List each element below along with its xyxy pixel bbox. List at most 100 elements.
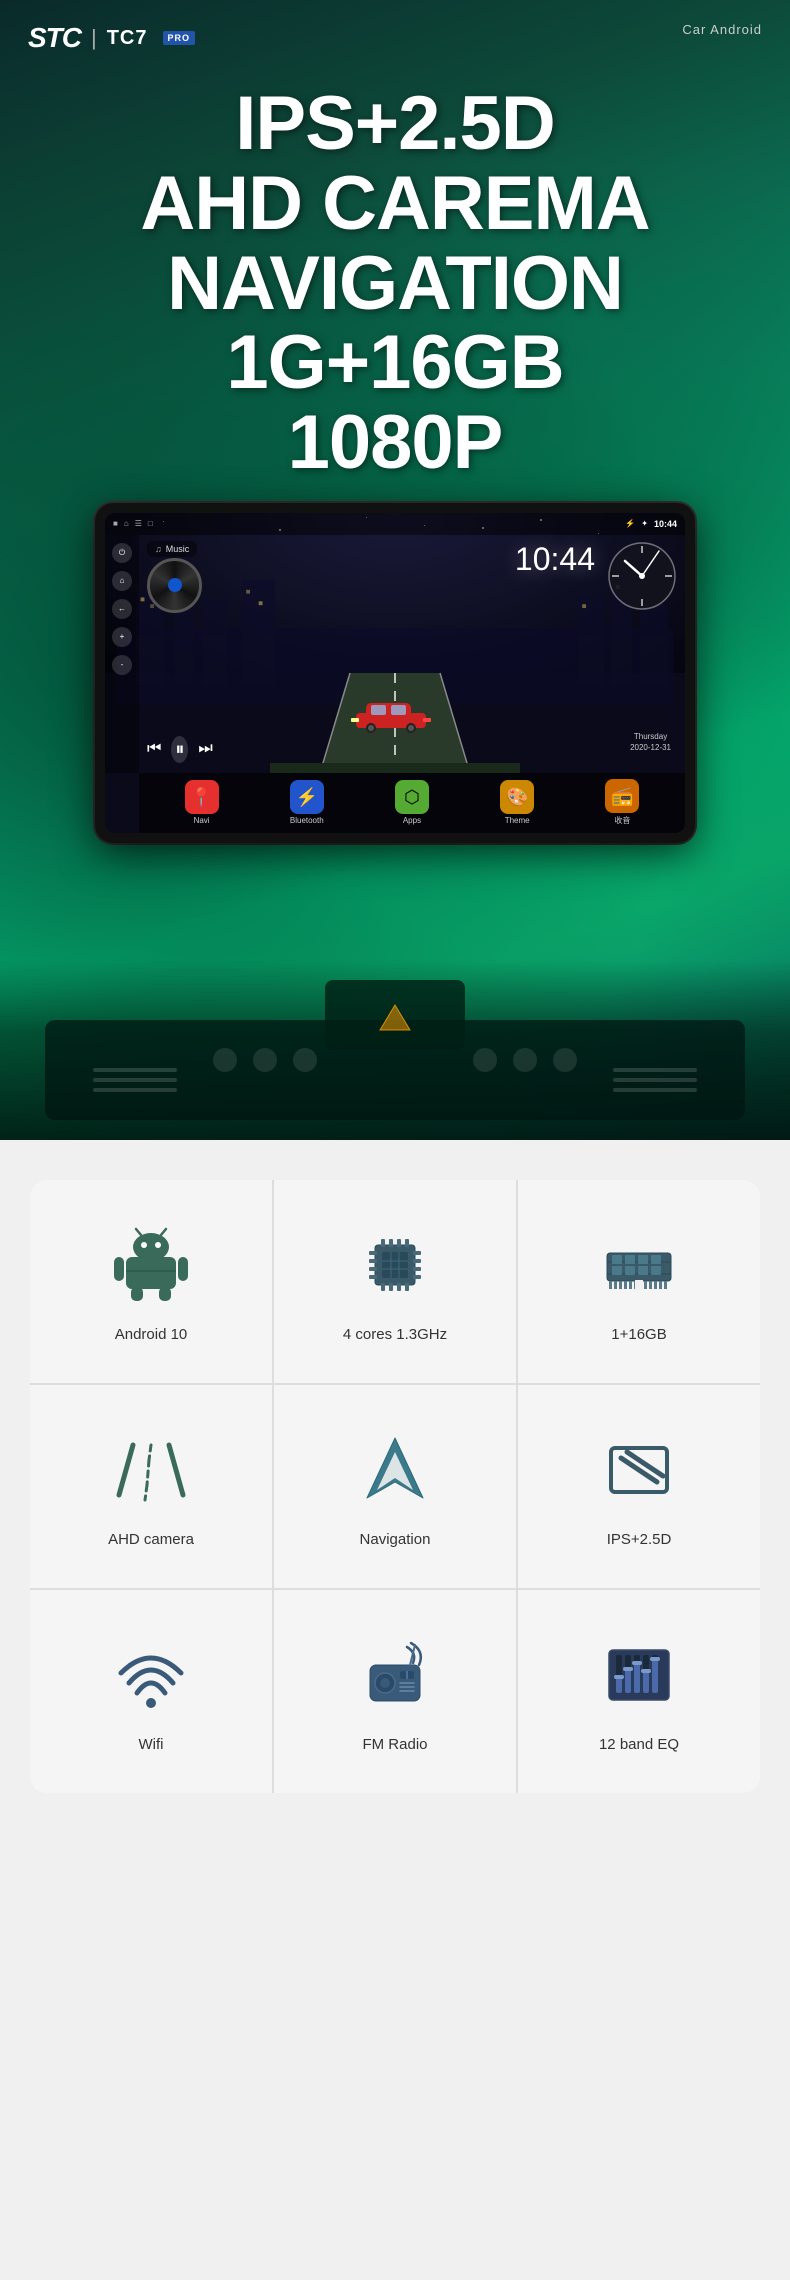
date-display: Thursday 2020-12-31: [630, 731, 671, 753]
header: STC | TC7 PRO Car Android: [0, 0, 790, 54]
big-clock-display: 10:44: [515, 541, 595, 578]
feature-fm: FM Radio: [274, 1590, 516, 1793]
feature-cpu: 4 cores 1.3GHz: [274, 1180, 516, 1383]
home-icon: ⌂: [124, 519, 129, 528]
fm-icon-wrap: [350, 1630, 440, 1720]
fm-label: FM Radio: [362, 1736, 427, 1753]
android-label: Android 10: [115, 1326, 188, 1343]
wifi-label: Wifi: [139, 1736, 164, 1753]
ahd-icon-wrap: [106, 1425, 196, 1515]
dashboard-svg: [45, 980, 745, 1120]
wifi-status-icon: ⚡: [625, 519, 635, 528]
features-grid: Android 10: [30, 1180, 760, 1793]
android-icon-wrap: [106, 1220, 196, 1310]
vol-up-btn[interactable]: +: [112, 627, 132, 647]
wifi-icon-wrap: [106, 1630, 196, 1720]
vol-down-btn[interactable]: -: [112, 655, 132, 675]
logo-area: STC | TC7 PRO: [28, 22, 195, 54]
power-btn[interactable]: ⏻: [112, 543, 132, 563]
eq-icon: [599, 1635, 679, 1715]
vinyl-record: [147, 558, 202, 613]
hero-line2: AHD CAREMA: [140, 161, 649, 246]
eq-label: 12 band EQ: [599, 1736, 679, 1753]
apps-icon: ⬡: [395, 780, 429, 814]
home-btn[interactable]: ⌂: [112, 571, 132, 591]
nav-icon-wrap: [350, 1425, 440, 1515]
car-android-label: Car Android: [682, 22, 762, 37]
back-btn[interactable]: ←: [112, 599, 132, 619]
pro-badge: PRO: [163, 31, 196, 45]
eq-icon-wrap: [594, 1630, 684, 1720]
hero-line5: 1080P: [288, 400, 503, 485]
dock-radio[interactable]: 📻 收音: [605, 779, 639, 826]
radio-icon: 📻: [605, 779, 639, 813]
feature-ram: 1+16GB: [518, 1180, 760, 1383]
brand-logo: STC: [28, 22, 81, 54]
music-widget: ♫ Music: [147, 541, 197, 557]
screen-left-icons: ■ ⌂ ☰ □: [113, 519, 153, 528]
next-btn[interactable]: ⏭: [198, 740, 212, 758]
model-name: TC7: [107, 27, 148, 50]
feature-eq: 12 band EQ: [518, 1590, 760, 1793]
dock-theme[interactable]: 🎨 Theme: [500, 780, 534, 825]
screen-sidebar: ⏻ ⌂ ← + -: [105, 535, 139, 773]
prev-btn[interactable]: ⏮: [147, 740, 161, 758]
cpu-icon: [355, 1225, 435, 1305]
feature-ahd: AHD camera: [30, 1385, 272, 1588]
cpu-label: 4 cores 1.3GHz: [343, 1326, 447, 1343]
ips-icon: [599, 1430, 679, 1510]
apps-label: Apps: [403, 816, 421, 825]
settings-icon: ☰: [135, 519, 142, 528]
cpu-icon-wrap: [350, 1220, 440, 1310]
navi-label: Navi: [194, 816, 210, 825]
screen-time-display: 10:44: [654, 519, 677, 529]
nav-label: Navigation: [360, 1531, 431, 1548]
feature-navigation: Navigation: [274, 1385, 516, 1588]
ahd-icon: [111, 1430, 191, 1510]
vinyl-label: [168, 578, 182, 592]
radio-label: 收音: [614, 815, 630, 826]
navigation-icon: [355, 1430, 435, 1510]
dock-navi[interactable]: 📍 Navi: [185, 780, 219, 825]
hero-line4: 1G+16GB: [226, 320, 563, 405]
device-frame: ■ ⌂ ☰ □ ⚡ ✦ 10:44 ⏻ ⌂ ← +: [95, 503, 695, 843]
hero-text: IPS+2.5D AHD CAREMA NAVIGATION 1G+16GB 1…: [0, 84, 790, 483]
theme-icon: 🎨: [500, 780, 534, 814]
navi-icon: 📍: [185, 780, 219, 814]
dock-apps[interactable]: ⬡ Apps: [395, 780, 429, 825]
feature-android: Android 10: [30, 1180, 272, 1383]
features-section: Android 10: [0, 1140, 790, 2280]
device-screen: ■ ⌂ ☰ □ ⚡ ✦ 10:44 ⏻ ⌂ ← +: [105, 513, 685, 833]
car-dashboard-area: [0, 960, 790, 1140]
bluetooth-label: Bluetooth: [290, 816, 324, 825]
ips-icon-wrap: [594, 1425, 684, 1515]
hero-section: STC | TC7 PRO Car Android IPS+2.5D AHD C…: [0, 0, 790, 1140]
screen-dock: 📍 Navi ⚡ Bluetooth ⬡ Apps 🎨: [139, 773, 685, 833]
bluetooth-status-icon: ✦: [641, 519, 648, 528]
android-icon: [111, 1225, 191, 1305]
fm-icon: [355, 1635, 435, 1715]
wifi-icon: [111, 1635, 191, 1715]
ram-icon-wrap: [594, 1220, 684, 1310]
feature-wifi: Wifi: [30, 1590, 272, 1793]
media-controls: ⏮ ⏸ ⏭: [147, 736, 213, 763]
signal-icon: ■: [113, 519, 118, 528]
hero-line3: NAVIGATION: [167, 241, 623, 326]
screen-topbar: ■ ⌂ ☰ □ ⚡ ✦ 10:44: [105, 513, 685, 535]
screen-right-icons: ⚡ ✦ 10:44: [625, 519, 677, 529]
car-silhouette: [351, 693, 431, 733]
feature-ips: IPS+2.5D: [518, 1385, 760, 1588]
theme-label: Theme: [505, 816, 530, 825]
bluetooth-icon: ⚡: [290, 780, 324, 814]
ips-label: IPS+2.5D: [607, 1531, 672, 1548]
dock-bluetooth[interactable]: ⚡ Bluetooth: [290, 780, 324, 825]
hero-headline: IPS+2.5D AHD CAREMA NAVIGATION 1G+16GB 1…: [20, 84, 770, 483]
music-label: Music: [166, 544, 190, 554]
date-full: 2020-12-31: [630, 742, 671, 753]
ahd-label: AHD camera: [108, 1531, 194, 1548]
device-mockup: ■ ⌂ ☰ □ ⚡ ✦ 10:44 ⏻ ⌂ ← +: [95, 503, 695, 843]
screen-icon4: □: [148, 519, 153, 528]
hero-line1: IPS+2.5D: [235, 81, 554, 166]
music-note-icon: ♫: [155, 544, 162, 554]
play-pause-btn[interactable]: ⏸: [171, 736, 188, 763]
